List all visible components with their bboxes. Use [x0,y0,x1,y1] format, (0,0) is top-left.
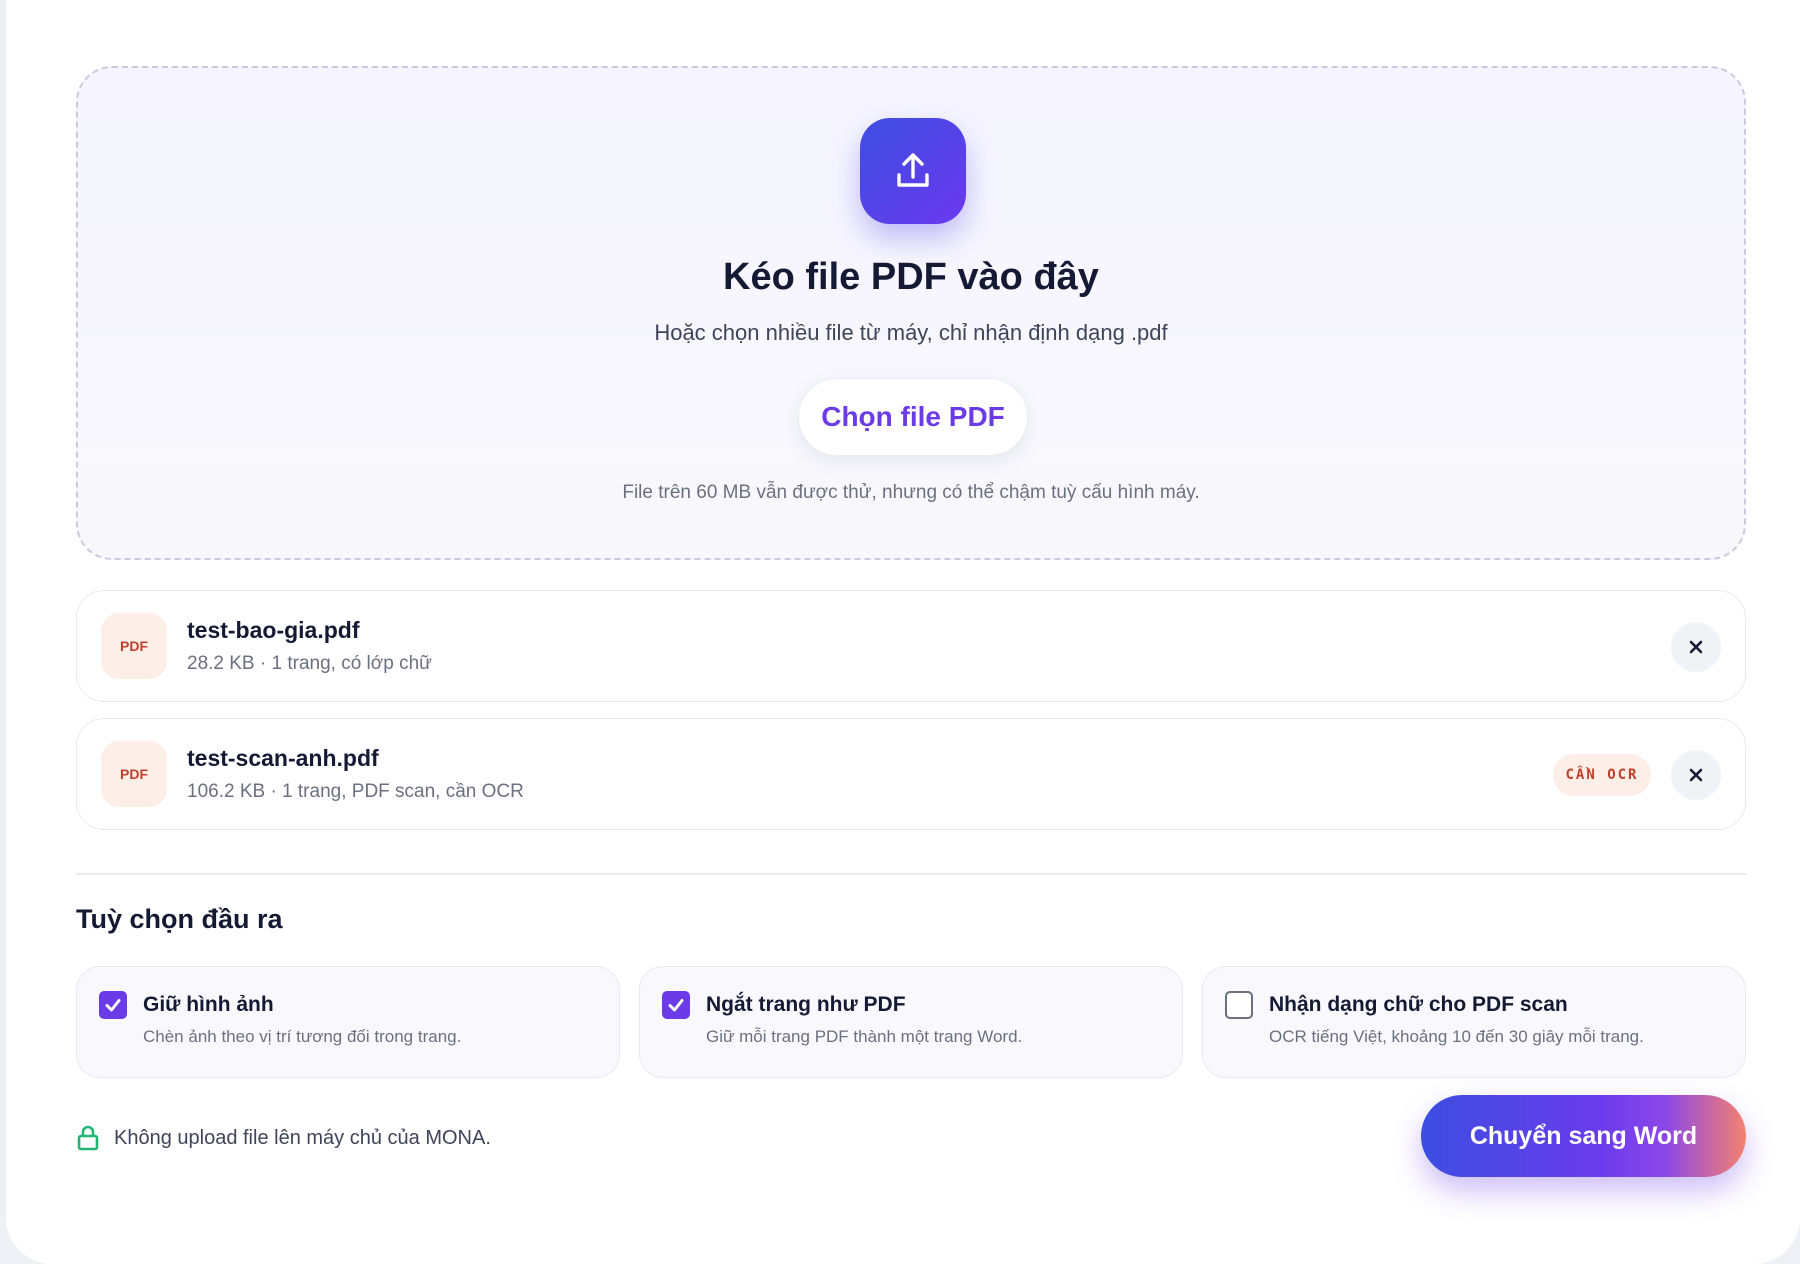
option-title: Ngắt trang như PDF [706,993,906,1016]
remove-file-button[interactable] [1671,750,1721,800]
page-break-checkbox[interactable] [662,991,690,1019]
option-title: Nhận dạng chữ cho PDF scan [1269,993,1568,1016]
close-icon [1689,640,1703,654]
file-name: test-bao-gia.pdf [187,617,360,643]
option-description: Chèn ảnh theo vị trí tương đối trong tra… [143,1027,462,1046]
option-title: Giữ hình ảnh [143,993,274,1016]
file-row: PDF test-bao-gia.pdf 28.2 KB · 1 trang, … [76,590,1746,702]
option-page-break[interactable]: Ngắt trang như PDF Giữ mỗi trang PDF thà… [639,966,1183,1078]
pdf-file-icon: PDF [101,741,167,807]
lock-icon [77,1125,99,1151]
file-meta: 106.2 KB · 1 trang, PDF scan, cần OCR [187,781,524,802]
close-icon [1689,768,1703,782]
keep-images-checkbox[interactable] [99,991,127,1019]
dropzone-subtitle: Hoặc chọn nhiều file từ máy, chỉ nhận đị… [654,320,1168,345]
choose-pdf-button[interactable]: Chọn file PDF [798,378,1028,456]
option-description: Giữ mỗi trang PDF thành một trang Word. [706,1027,1023,1046]
pdf-file-icon: PDF [101,613,167,679]
convert-to-word-button[interactable]: Chuyển sang Word [1421,1095,1746,1177]
check-icon [105,999,121,1012]
ocr-checkbox[interactable] [1225,991,1253,1019]
output-options-title: Tuỳ chọn đầu ra [76,904,283,934]
file-name: test-scan-anh.pdf [187,745,379,771]
section-divider [76,873,1746,875]
dropzone-size-note: File trên 60 MB vẫn được thử, nhưng có t… [622,482,1200,503]
option-ocr[interactable]: Nhận dạng chữ cho PDF scan OCR tiếng Việ… [1202,966,1746,1078]
pdf-dropzone[interactable]: Kéo file PDF vào đây Hoặc chọn nhiều fil… [76,66,1746,560]
file-row: PDF test-scan-anh.pdf 106.2 KB · 1 trang… [76,718,1746,830]
file-meta: 28.2 KB · 1 trang, có lớp chữ [187,653,432,674]
upload-icon [860,118,966,224]
option-description: OCR tiếng Việt, khoảng 10 đến 30 giây mỗ… [1269,1027,1644,1046]
check-icon [668,999,684,1012]
needs-ocr-badge: CẦN OCR [1553,754,1651,796]
option-keep-images[interactable]: Giữ hình ảnh Chèn ảnh theo vị trí tương … [76,966,620,1078]
remove-file-button[interactable] [1671,622,1721,672]
dropzone-title: Kéo file PDF vào đây [723,256,1099,298]
privacy-note: Không upload file lên máy chủ của MONA. [76,1122,491,1154]
converter-card: Kéo file PDF vào đây Hoặc chọn nhiều fil… [6,0,1800,1264]
privacy-text: Không upload file lên máy chủ của MONA. [114,1126,491,1149]
